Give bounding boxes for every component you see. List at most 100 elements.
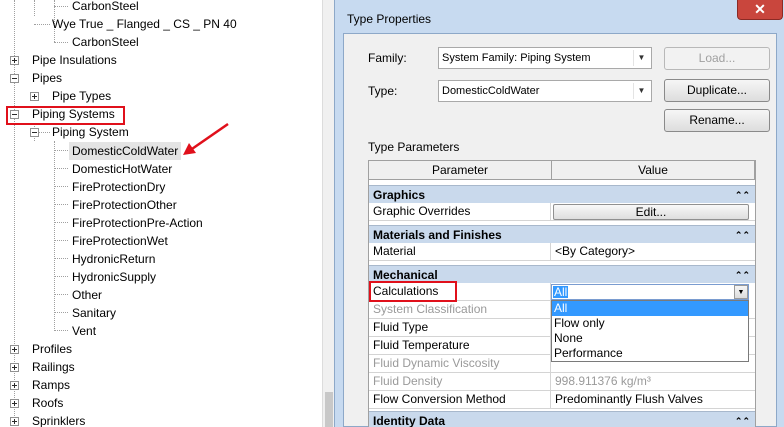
tree-connector	[54, 141, 55, 331]
type-select[interactable]: DomesticColdWater ▼	[438, 80, 652, 102]
chevron-down-icon: ▼	[633, 50, 649, 66]
tree-connector	[54, 186, 68, 187]
chevron-down-icon: ▼	[633, 83, 649, 99]
tree-item-carbonsteel[interactable]: CarbonSteel	[72, 0, 139, 15]
family-select[interactable]: System Family: Piping System ▼	[438, 47, 652, 69]
tree-item-sprinklers[interactable]: Sprinklers	[32, 412, 85, 427]
edit-graphic-overrides-button[interactable]: Edit...	[553, 204, 749, 220]
value-material[interactable]: <By Category>	[551, 243, 755, 261]
calculations-select-value: All	[553, 285, 569, 299]
type-parameters-label: Type Parameters	[368, 140, 460, 154]
value-flow-conversion-method[interactable]: Predominantly Flush Valves	[551, 391, 755, 409]
tree-item-fireprotectionpre-action[interactable]: FireProtectionPre-Action	[72, 214, 203, 232]
param-flow-conversion-method: Flow Conversion Method	[369, 391, 551, 409]
close-icon: ✕	[754, 1, 766, 17]
duplicate-button[interactable]: Duplicate...	[664, 79, 770, 102]
calculations-dropdown-list: All Flow only None Performance	[551, 300, 749, 362]
tree-connector	[54, 240, 68, 241]
tree-connector	[54, 42, 68, 43]
tree-item-roofs[interactable]: Roofs	[32, 394, 63, 412]
tree-scrollbar[interactable]	[322, 0, 334, 427]
dropdown-option-performance[interactable]: Performance	[552, 346, 748, 361]
param-system-classification: System Classification	[369, 301, 551, 319]
close-button[interactable]: ✕	[737, 0, 783, 20]
collapse-chevron-icon[interactable]: ⌃⌃	[735, 226, 750, 244]
tree-item-domestichotwater[interactable]: DomesticHotWater	[72, 160, 172, 178]
group-label: Graphics	[373, 188, 426, 202]
value-fluid-density: 998.911376 kg/m³	[551, 373, 755, 391]
tree-connector	[54, 330, 68, 331]
tree-item-fireprotectionother[interactable]: FireProtectionOther	[72, 196, 177, 214]
tree-item-fireprotectionwet[interactable]: FireProtectionWet	[72, 232, 168, 250]
collapse-chevron-icon[interactable]: ⌃⌃	[735, 412, 750, 427]
tree-item-domesticcoldwater[interactable]: DomesticColdWater	[69, 142, 182, 160]
tree-item-sanitary[interactable]: Sanitary	[72, 304, 116, 322]
type-select-value: DomesticColdWater	[442, 85, 540, 97]
tree-item-hydronicsupply[interactable]: HydronicSupply	[72, 268, 156, 286]
expand-icon[interactable]	[10, 381, 19, 390]
collapse-chevron-icon[interactable]: ⌃⌃	[735, 266, 750, 284]
tree-connector	[54, 258, 68, 259]
expand-icon[interactable]	[30, 92, 39, 101]
tree-connector	[54, 222, 68, 223]
dropdown-option-none[interactable]: None	[552, 331, 748, 346]
group-label: Identity Data	[373, 414, 446, 427]
dropdown-option-flow-only[interactable]: Flow only	[552, 316, 748, 331]
tree-connector	[54, 312, 68, 313]
tree-item-carbonsteel[interactable]: CarbonSteel	[72, 33, 139, 51]
collapse-icon[interactable]	[10, 74, 19, 83]
column-header-parameter: Parameter	[369, 161, 552, 180]
tree-item-profiles[interactable]: Profiles	[32, 340, 72, 358]
tree-connector	[34, 24, 50, 25]
param-material: Material	[369, 243, 551, 261]
param-fluid-dynamic-viscosity: Fluid Dynamic Viscosity	[369, 355, 551, 373]
expand-icon[interactable]	[10, 345, 19, 354]
group-label: Mechanical	[373, 268, 438, 282]
load-button[interactable]: Load...	[664, 47, 770, 70]
tree-connector	[34, 0, 35, 16]
type-parameters-grid: Parameter Value Graphics ⌃⌃ Graphic Over…	[368, 160, 756, 427]
dialog-title: Type Properties	[347, 12, 432, 26]
param-graphic-overrides: Graphic Overrides	[369, 203, 551, 221]
group-header-materials[interactable]: Materials and Finishes ⌃⌃	[369, 225, 755, 243]
tree-item-ramps[interactable]: Ramps	[32, 376, 70, 394]
calculations-select[interactable]: All ▼	[551, 284, 749, 300]
group-label: Materials and Finishes	[373, 228, 502, 242]
family-label: Family:	[368, 51, 407, 65]
tree-connector	[54, 150, 68, 151]
tree-item-pipe-types[interactable]: Pipe Types	[52, 87, 111, 105]
expand-icon[interactable]	[10, 363, 19, 372]
scrollbar-thumb[interactable]	[325, 392, 333, 427]
tree-item-hydronicreturn[interactable]: HydronicReturn	[72, 250, 155, 268]
tree-item-pipes[interactable]: Pipes	[32, 69, 62, 87]
param-fluid-density: Fluid Density	[369, 373, 551, 391]
group-header-identity-data[interactable]: Identity Data ⌃⌃	[369, 411, 755, 427]
collapse-chevron-icon[interactable]: ⌃⌃	[735, 186, 750, 204]
chevron-down-icon[interactable]: ▼	[734, 285, 748, 299]
tree-item-wye-true-flanged[interactable]: Wye True _ Flanged _ CS _ PN 40	[52, 15, 237, 33]
group-header-graphics[interactable]: Graphics ⌃⌃	[369, 185, 755, 203]
dropdown-option-all[interactable]: All	[552, 301, 748, 316]
type-label: Type:	[368, 84, 398, 98]
tree-item-pipe-insulations[interactable]: Pipe Insulations	[32, 51, 117, 69]
rename-button[interactable]: Rename...	[664, 109, 770, 132]
tree-item-fireprotectiondry[interactable]: FireProtectionDry	[72, 178, 165, 196]
expand-icon[interactable]	[10, 417, 19, 426]
tree-item-vent[interactable]: Vent	[72, 322, 96, 340]
project-browser-tree: CarbonSteel Wye True _ Flanged _ CS _ PN…	[0, 0, 322, 427]
param-fluid-type: Fluid Type	[369, 319, 551, 337]
param-fluid-temperature: Fluid Temperature	[369, 337, 551, 355]
tree-connector	[54, 276, 68, 277]
tree-item-railings[interactable]: Railings	[32, 358, 75, 376]
expand-icon[interactable]	[10, 56, 19, 65]
tree-connector	[54, 204, 68, 205]
expand-icon[interactable]	[10, 399, 19, 408]
type-properties-dialog: Type Properties ✕ Family: System Family:…	[334, 0, 784, 427]
tree-connector	[54, 168, 68, 169]
annotation-highlight-box	[369, 281, 457, 302]
tree-connector	[54, 6, 68, 7]
tree-item-other[interactable]: Other	[72, 286, 102, 304]
dialog-client-area: Family: System Family: Piping System ▼ L…	[343, 33, 777, 427]
tree-item-piping-system[interactable]: Piping System	[52, 123, 129, 141]
collapse-icon[interactable]	[30, 128, 39, 137]
